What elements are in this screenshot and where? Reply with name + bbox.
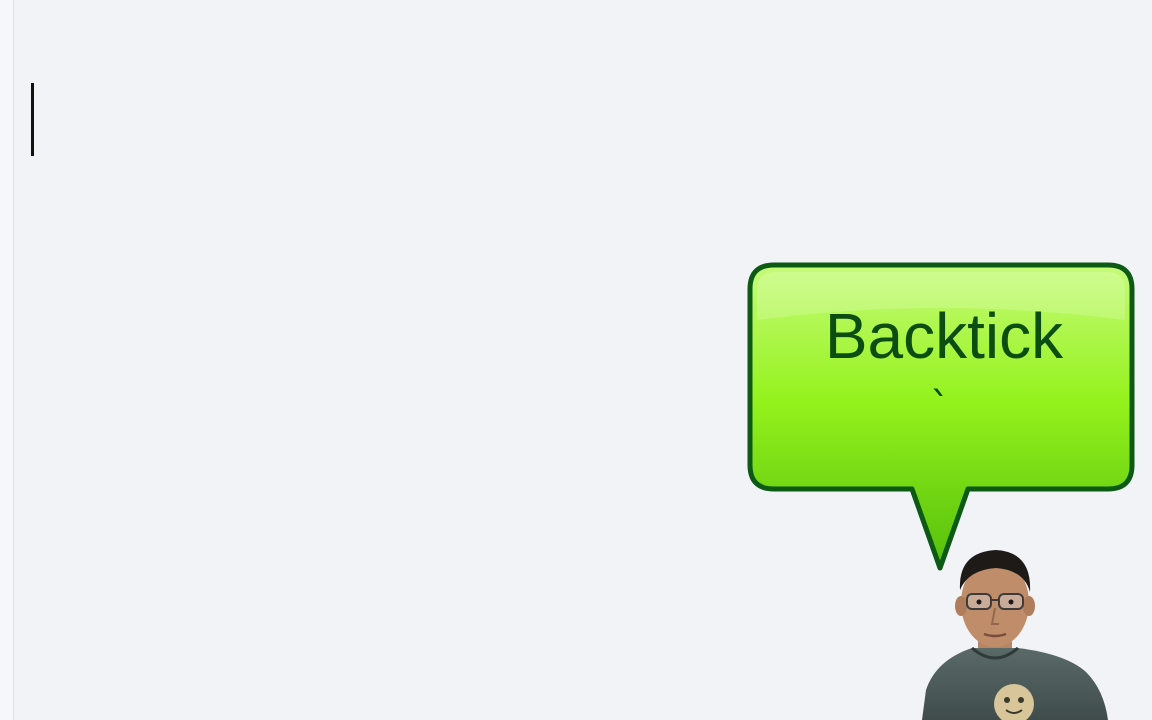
screen: Backtick ` <box>0 0 1152 720</box>
key-glyph-label: ` <box>927 385 953 431</box>
key-name-label: Backtick <box>824 300 1064 372</box>
person-webcam-icon <box>922 550 1108 720</box>
